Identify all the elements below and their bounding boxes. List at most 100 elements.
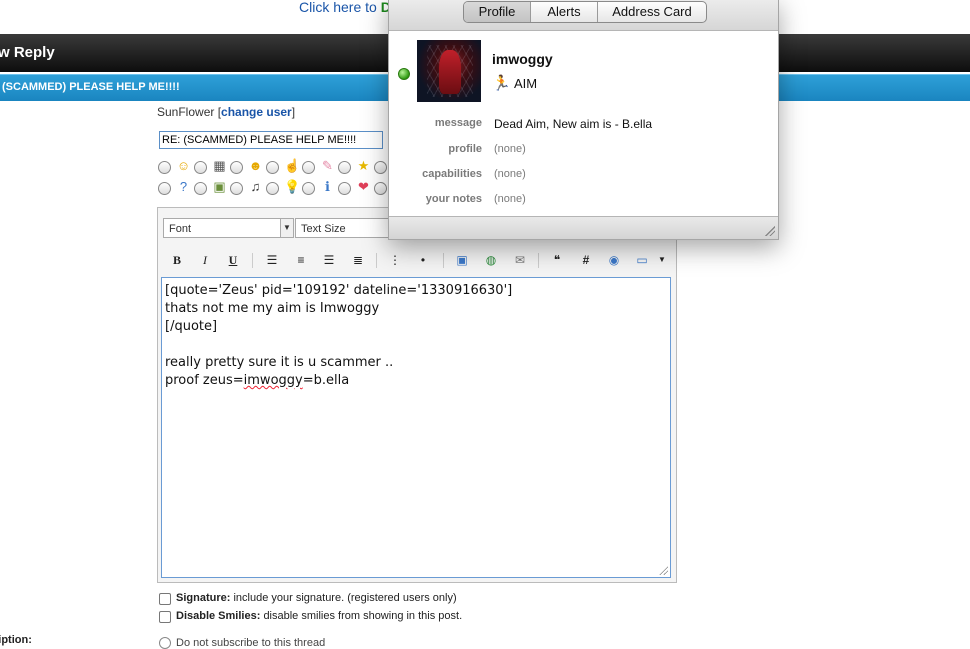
info-value: Dead Aim, New aim is - B.ella xyxy=(494,117,653,131)
thread-title: (SCAMMED) PLEASE HELP ME!!!! xyxy=(2,81,180,93)
toolbar-divider xyxy=(538,253,539,268)
chevron-down-icon[interactable]: ▼ xyxy=(653,251,671,269)
italic-button[interactable]: I xyxy=(196,251,214,269)
grin-smilie-icon[interactable]: ☺ xyxy=(176,158,191,173)
quote-icon[interactable]: ❝ xyxy=(548,251,566,269)
service-label: AIM xyxy=(514,76,538,91)
info-smilie-icon[interactable]: ℹ xyxy=(320,179,335,194)
smilie-radio[interactable] xyxy=(302,161,315,174)
online-status-icon xyxy=(398,68,410,80)
smilie-radio[interactable] xyxy=(266,182,279,195)
smilie-radio[interactable] xyxy=(158,182,171,195)
info-value: (none) xyxy=(494,143,526,155)
text-line-tail: =b.ella xyxy=(302,373,350,388)
info-row-notes: your notes (none) xyxy=(389,193,778,209)
picture-smilie-icon[interactable]: ▣ xyxy=(212,179,227,194)
avatar-figure xyxy=(439,50,461,94)
video-icon[interactable]: ▭ xyxy=(633,251,651,269)
question-smilie-icon[interactable]: ? xyxy=(176,179,191,194)
aim-running-man-icon: 🏃 xyxy=(492,75,511,92)
smilie-radio[interactable] xyxy=(374,182,387,195)
window-resize-icon[interactable] xyxy=(765,226,775,236)
toolbar-divider xyxy=(252,253,253,268)
buddy-service: 🏃 AIM xyxy=(492,76,537,92)
message-editor: Font ▼ Text Size B I U ☰ ≡ ☰ ≣ ⋮ • ▣ ◍ ✉… xyxy=(157,207,677,583)
underline-button[interactable]: U xyxy=(224,251,242,269)
text-size-select[interactable]: Text Size xyxy=(295,218,395,238)
smilie-radio[interactable] xyxy=(194,182,207,195)
align-left-icon[interactable]: ☰ xyxy=(263,251,281,269)
ordered-list-icon[interactable]: ⋮ xyxy=(386,251,404,269)
popup-header: Profile Alerts Address Card xyxy=(389,0,778,31)
speech-smilie-icon[interactable]: ✎ xyxy=(320,158,335,173)
smilie-radio[interactable] xyxy=(230,161,243,174)
bulb-smilie-icon[interactable]: 💡 xyxy=(284,179,300,194)
smilie-radio[interactable] xyxy=(158,161,171,174)
message-textarea[interactable]: [quote='Zeus' pid='109192' dateline='133… xyxy=(161,277,671,578)
info-value: (none) xyxy=(494,193,526,205)
wink-smilie-icon[interactable]: ☻ xyxy=(248,158,263,173)
text-size-select-label: Text Size xyxy=(301,223,346,235)
signature-desc: include your signature. (registered user… xyxy=(233,592,457,604)
smilie-radio[interactable] xyxy=(302,182,315,195)
formatting-toolbar: B I U ☰ ≡ ☰ ≣ ⋮ • ▣ ◍ ✉ ❝ # ◉ ▭ ▼ xyxy=(164,249,669,271)
signature-label: Signature: xyxy=(176,592,231,604)
buddy-name: imwoggy xyxy=(492,51,553,67)
reply-header-title: w Reply xyxy=(0,44,55,61)
misspelled-word: imwoggy xyxy=(243,373,303,388)
insert-email-icon[interactable]: ✉ xyxy=(511,251,529,269)
popup-tabs: Profile Alerts Address Card xyxy=(463,1,707,23)
signature-checkbox[interactable] xyxy=(159,593,171,605)
subscription-option[interactable]: Do not subscribe to this thread xyxy=(159,637,325,649)
change-user-link[interactable]: change user xyxy=(221,105,292,119)
star-smilie-icon[interactable]: ★ xyxy=(356,158,371,173)
info-label: message xyxy=(434,117,482,129)
tab-alerts[interactable]: Alerts xyxy=(531,2,598,22)
subscription-radio[interactable] xyxy=(159,637,171,649)
thumb-smilie-icon[interactable]: ☝ xyxy=(284,158,300,173)
toolbar-divider xyxy=(376,253,377,268)
chevron-down-icon[interactable]: ▼ xyxy=(280,219,293,237)
resize-grip-icon[interactable] xyxy=(658,565,668,575)
insert-link-icon[interactable]: ◍ xyxy=(482,251,500,269)
align-center-icon[interactable]: ≡ xyxy=(292,251,310,269)
disable-smilies-checkbox[interactable] xyxy=(159,611,171,623)
music-smilie-icon[interactable]: ♫ xyxy=(248,179,263,194)
smilie-radio[interactable] xyxy=(194,161,207,174)
subscription-choice: Do not subscribe to this thread xyxy=(176,637,326,649)
posting-user: SunFlower [change user] xyxy=(157,105,296,119)
post-title-input[interactable] xyxy=(159,131,383,149)
aim-buddy-info-window: Profile Alerts Address Card imwoggy 🏃 AIM… xyxy=(388,0,779,240)
info-label: capabilities xyxy=(422,168,482,180)
text-line: proof zeus= xyxy=(165,373,244,388)
text-line: really pretty sure it is u scammer .. xyxy=(165,355,394,370)
code-hash-button[interactable]: # xyxy=(577,251,595,269)
smilie-radio[interactable] xyxy=(266,161,279,174)
disable-smilies-label: Disable Smilies: xyxy=(176,610,261,622)
align-justify-icon[interactable]: ≣ xyxy=(349,251,367,269)
tab-profile[interactable]: Profile xyxy=(464,2,531,22)
font-select[interactable]: Font ▼ xyxy=(163,218,294,238)
info-row-profile: profile (none) xyxy=(389,143,778,159)
tab-address-card[interactable]: Address Card xyxy=(598,2,706,22)
text-line: [/quote] xyxy=(165,319,218,334)
disable-smilies-desc: disable smilies from showing in this pos… xyxy=(263,610,463,622)
film-smilie-icon[interactable]: ▦ xyxy=(212,158,227,173)
link-prefix[interactable]: Click here to xyxy=(299,0,381,15)
heart-smilie-icon[interactable]: ❤ xyxy=(356,179,371,194)
smilie-radio[interactable] xyxy=(230,182,243,195)
info-value: (none) xyxy=(494,168,526,180)
smilie-radio[interactable] xyxy=(374,161,387,174)
php-code-icon[interactable]: ◉ xyxy=(605,251,623,269)
click-here-link[interactable]: Click here to Do xyxy=(299,0,399,15)
smilie-radio[interactable] xyxy=(338,161,351,174)
insert-image-icon[interactable]: ▣ xyxy=(453,251,471,269)
bold-button[interactable]: B xyxy=(168,251,186,269)
smilie-radio[interactable] xyxy=(338,182,351,195)
info-row-capabilities: capabilities (none) xyxy=(389,168,778,184)
text-line: thats not me my aim is Imwoggy xyxy=(165,301,380,316)
unordered-list-icon[interactable]: • xyxy=(414,251,432,269)
info-label: your notes xyxy=(425,193,482,205)
buddy-avatar xyxy=(417,40,481,102)
align-right-icon[interactable]: ☰ xyxy=(320,251,338,269)
